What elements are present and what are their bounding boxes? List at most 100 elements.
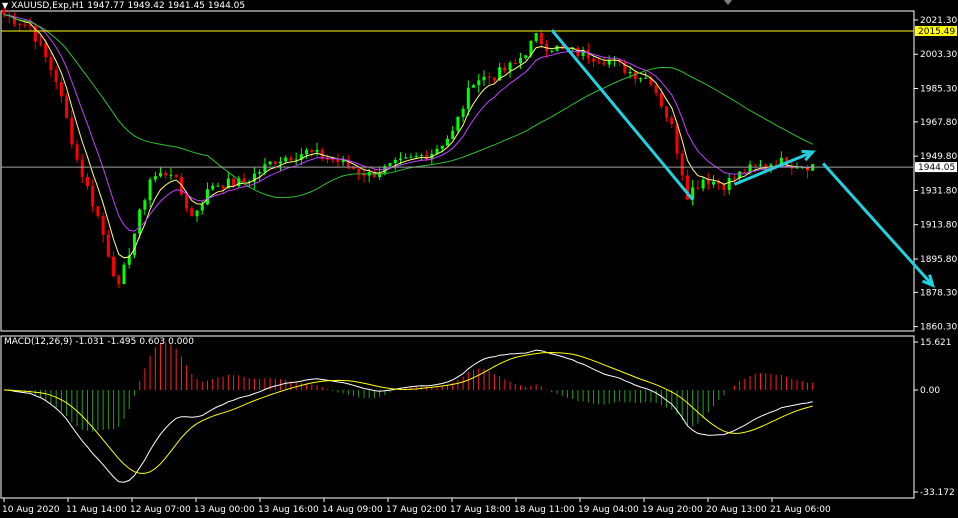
price-tick-label: 2003.30 [920,50,957,60]
candle-body [284,157,288,162]
candle-body [75,144,79,160]
candle-body [696,187,700,189]
macd-signal-value: -1.495 [107,337,137,347]
macd-tick-label: -33.172 [920,488,955,498]
macd-tick-label: 0.00 [920,386,940,396]
candle-body [18,23,22,25]
candle-body [461,108,465,117]
ma-fast-line [3,14,813,259]
candle-body [732,178,736,180]
candle-body [310,149,314,152]
candle-body [753,164,757,166]
price-tick-label: 1985.30 [920,85,957,95]
candle-body [174,174,178,177]
candle-body [263,164,267,173]
price-tick-label: 1860.30 [920,323,957,333]
candle-body [727,178,731,190]
time-tick-label: 10 Aug 2020 [2,505,60,515]
candle-body [39,41,43,44]
candle-body [289,157,293,161]
candle-body [205,189,209,205]
time-tick-label: 11 Aug 14:00 [66,505,127,515]
candle-body [80,159,84,177]
candle-body [59,82,63,97]
candle-body [472,85,476,88]
candle-body [112,256,116,277]
candle-body [440,145,444,149]
candle-body [258,172,262,174]
candle-body [706,179,710,185]
current-price-label: 1944.05 [918,163,955,173]
candle-body [357,168,361,174]
candle-body [54,69,58,83]
open-value: 1947.77 [87,1,125,11]
time-tick-label: 21 Aug 06:00 [770,505,831,515]
time-tick-label: 14 Aug 09:00 [322,505,383,515]
candle-body [425,155,429,160]
chart-header: ▼ XAUUSD,Exp,H1 1947.77 1949.42 1941.45 1944.… [2,1,245,11]
macd-main-line [3,349,813,483]
candle-body [445,138,449,146]
candle-body [279,161,283,164]
candle-body [654,84,658,94]
candle-body [336,159,340,163]
close-value: 1944.05 [207,1,246,11]
candle-body [456,116,460,131]
candle-body [190,208,194,217]
candle-body [388,163,392,167]
candle-body [712,181,716,185]
candle-body [44,43,48,58]
candle-body [85,176,89,187]
time-tick-label: 13 Aug 16:00 [258,505,319,515]
price-tick-label: 1949.80 [920,152,957,162]
candle-body [101,216,105,235]
candle-body [790,167,794,169]
time-tick-label: 17 Aug 02:00 [386,505,447,515]
candle-body [185,194,189,209]
scroll-marker-icon [724,0,732,5]
price-tick-label: 1931.80 [920,186,957,196]
candle-body [524,55,528,59]
low-value: 1941.45 [167,1,205,11]
candle-body [670,117,674,124]
candle-body [305,149,309,155]
candle-body [200,204,204,211]
candle-body [211,186,215,190]
candle-body [195,210,199,217]
candle-body [508,62,512,71]
candle-body [23,24,27,26]
candle-body [592,58,596,62]
price-tick-label: 2021.30 [920,16,957,26]
candle-body [518,58,522,64]
candle-body [503,67,507,71]
candle-body [232,178,236,187]
candle-body [132,233,136,256]
candle-body [169,174,173,176]
candle-body [482,76,486,81]
candle-body [273,161,277,164]
macd-main-value: -1.031 [75,337,105,347]
candle-body [268,161,272,165]
time-tick-label: 12 Aug 07:00 [130,505,191,515]
candle-body [633,72,637,79]
chart-canvas[interactable]: 2021.30 2003.30 1985.30 1967.80 1949.80 1931.… [0,0,958,518]
macd-osma-value: 0.603 [139,337,166,347]
trend-arrow-line [733,150,814,186]
candle-body [513,62,517,64]
candle-body [795,167,799,169]
candle-body [534,33,538,41]
time-tick-label: 19 Aug 20:00 [642,505,703,515]
candle-body [628,72,632,74]
candle-body [701,179,705,189]
candle-body [70,117,74,145]
candle-body [159,172,163,177]
candle-body [65,96,69,118]
candle-body [148,179,152,201]
price-panel-frame [0,10,915,332]
candle-body [607,60,611,65]
candle-body [644,77,648,79]
symbol-label: XAUUSD,Exp,H1 [11,1,85,11]
candle-body [638,78,642,80]
candle-body [419,155,423,157]
candle-body [106,234,110,257]
